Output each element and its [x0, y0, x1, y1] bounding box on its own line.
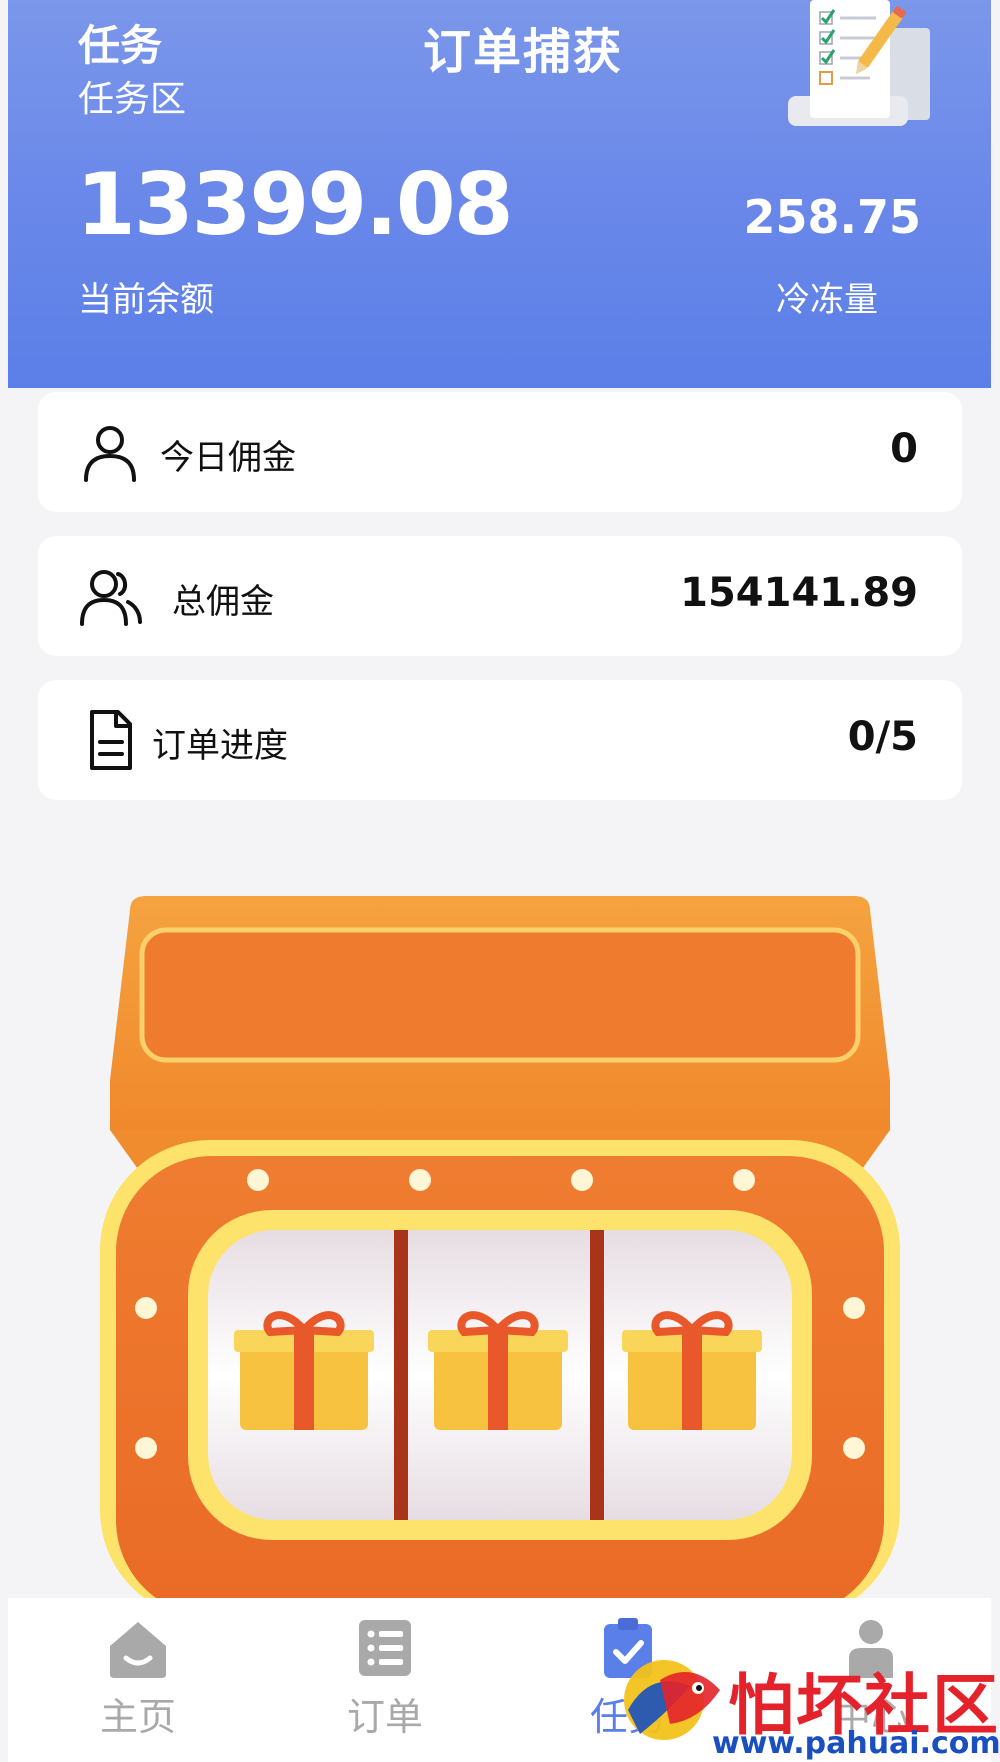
home-icon	[110, 1622, 166, 1678]
total-commission-value: 154141.89	[680, 570, 918, 616]
total-commission-label: 总佣金	[172, 582, 274, 622]
balance-value: 13399.08	[76, 155, 514, 255]
gift-icon	[234, 1311, 762, 1430]
nav-home[interactable]: 主页	[58, 1616, 218, 1741]
page-title: 订单捕获	[422, 24, 623, 80]
users-icon	[80, 570, 142, 626]
nav-tasks-label: 任务	[589, 1695, 666, 1739]
order-progress-label: 订单进度	[152, 726, 288, 766]
today-commission-card[interactable]: 今日佣金 0	[38, 392, 962, 512]
nav-orders-label: 订单	[346, 1695, 423, 1739]
checklist-illustration	[788, 0, 930, 126]
nav-orders[interactable]: 订单	[305, 1616, 465, 1741]
frozen-value: 258.75	[743, 190, 921, 244]
task-page: 任务 任务区 订单捕获 13399.08 当前余额 258.75 冷冻量 今日佣…	[0, 0, 1000, 1762]
slot-machine-button[interactable]	[90, 880, 910, 1600]
total-commission-card[interactable]: 总佣金 154141.89	[38, 536, 962, 656]
nav-home-label: 主页	[99, 1695, 176, 1739]
header-panel: 任务 任务区 订单捕获 13399.08 当前余额 258.75 冷冻量	[8, 0, 991, 388]
today-commission-value: 0	[890, 426, 918, 472]
section-subtitle: 任务区	[78, 79, 187, 120]
nav-tasks[interactable]: 任务	[548, 1616, 708, 1741]
document-icon	[90, 710, 132, 770]
section-title: 任务	[78, 21, 163, 70]
order-progress-value: 0/5	[847, 714, 918, 760]
watermark-url: www.pahuai.com	[712, 1726, 1000, 1761]
frozen-label: 冷冻量	[776, 280, 878, 320]
order-progress-card[interactable]: 订单进度 0/5	[38, 680, 962, 800]
user-icon	[84, 426, 136, 482]
balance-label: 当前余额	[78, 280, 214, 320]
today-commission-label: 今日佣金	[160, 438, 296, 478]
clipboard-check-icon	[604, 1618, 652, 1678]
list-icon	[359, 1620, 411, 1676]
